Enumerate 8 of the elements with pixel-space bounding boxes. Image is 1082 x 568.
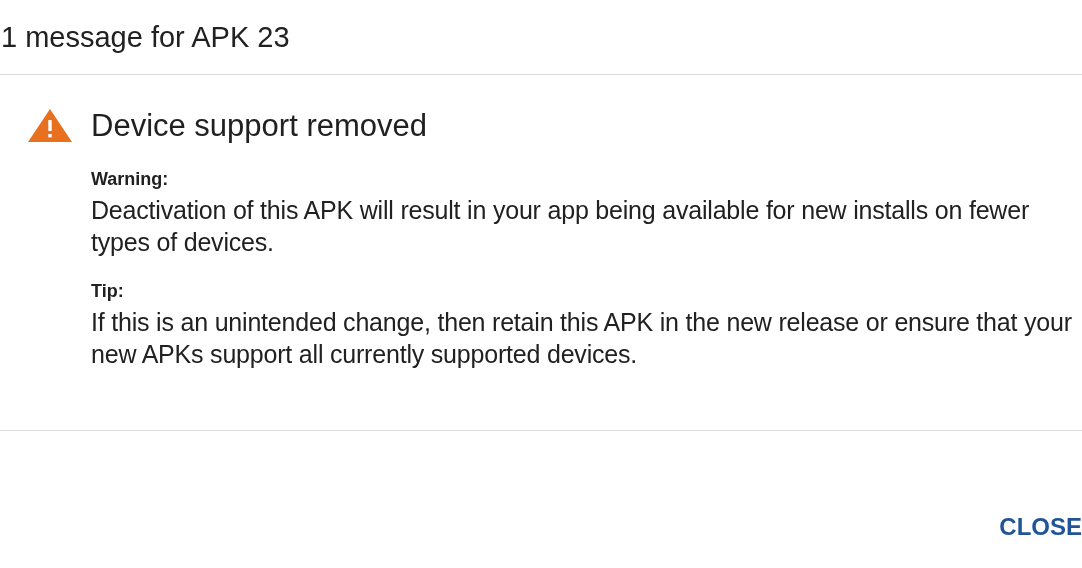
dialog-title: 1 message for APK 23 <box>1 22 290 52</box>
warning-icon <box>28 109 72 142</box>
section-text: Deactivation of this APK will result in your app being available for new installs on fewer types of devices. <box>91 195 1031 258</box>
section-label: Tip: <box>91 280 124 303</box>
section-label: Warning: <box>91 168 169 191</box>
message-heading: Device support removed <box>91 107 427 145</box>
close-button[interactable]: CLOSE <box>999 515 1082 539</box>
section-text: If this is an unintended change, then retain this APK in the new release or ensure that your new APKs support all currently supported devices. <box>91 307 1073 370</box>
